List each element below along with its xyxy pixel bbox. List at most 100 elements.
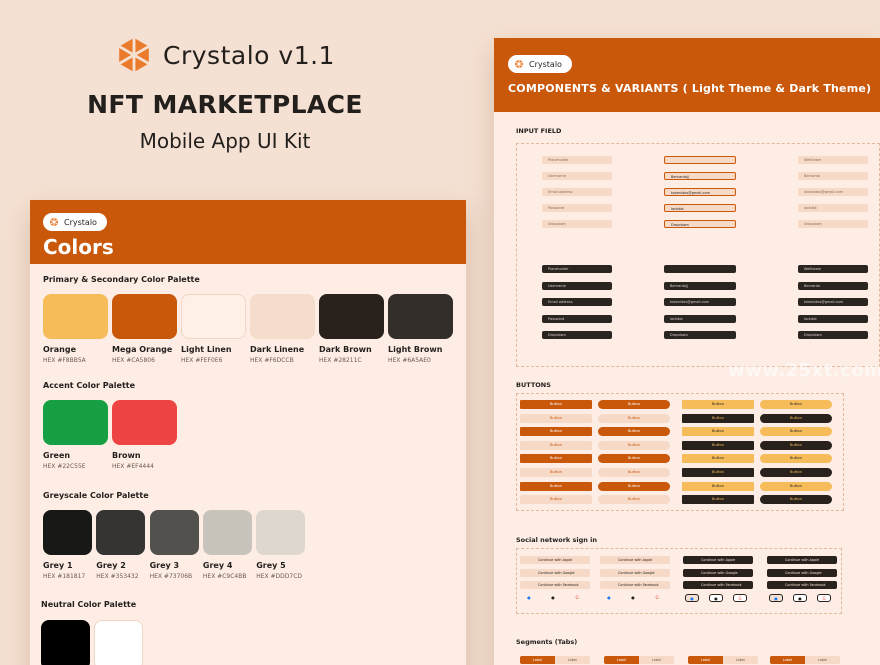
input-field-dark[interactable]: Dropdown: [798, 331, 868, 339]
input-field-dark[interactable]: Password: [542, 314, 612, 323]
google-icon[interactable]: G: [570, 594, 584, 602]
color-swatch[interactable]: [41, 620, 90, 665]
sample-button[interactable]: Button: [598, 468, 670, 477]
color-swatch[interactable]: [43, 294, 108, 339]
input-field-dark[interactable]: Dropdown: [664, 331, 736, 339]
sample-button[interactable]: Button: [682, 413, 754, 423]
input-field-light[interactable]: Wellbeam: [798, 156, 868, 164]
apple-icon[interactable]: ●: [793, 594, 807, 602]
social-signin-button[interactable]: Continue with Apple: [520, 556, 590, 564]
sample-button[interactable]: Button: [682, 468, 754, 477]
facebook-icon[interactable]: ●: [685, 594, 699, 602]
segment-tab[interactable]: Label: [723, 656, 758, 664]
color-swatch[interactable]: [112, 400, 177, 445]
sample-button[interactable]: Button: [760, 481, 832, 491]
input-field-light[interactable]: tobenidos@gmail.com: [664, 188, 736, 196]
sample-button[interactable]: Button: [760, 454, 832, 464]
segment-tab[interactable]: Label: [805, 656, 840, 664]
sample-button[interactable]: Button: [760, 468, 832, 477]
social-signin-button[interactable]: Continue with Google: [683, 568, 753, 577]
color-swatch[interactable]: [94, 620, 143, 665]
segment-tab[interactable]: Label: [555, 656, 590, 664]
brand-pill[interactable]: Crystalo: [508, 55, 572, 73]
sample-button[interactable]: Button: [682, 427, 754, 437]
sample-button[interactable]: Button: [760, 427, 832, 437]
brand-pill[interactable]: Crystalo: [43, 213, 107, 231]
sample-button[interactable]: Button: [682, 400, 754, 409]
color-swatch[interactable]: [43, 510, 92, 555]
segment-tab[interactable]: Label: [639, 656, 674, 664]
facebook-icon[interactable]: ●: [602, 594, 616, 602]
social-signin-button[interactable]: Continue with Facebook: [767, 581, 837, 589]
sample-button[interactable]: Button: [682, 454, 754, 464]
color-swatch[interactable]: [256, 510, 306, 555]
segment-tab-active[interactable]: Label: [770, 656, 805, 664]
input-field-dark[interactable]: tobenidos@gmail.com: [664, 298, 736, 306]
input-field-light[interactable]: Placeholder: [542, 156, 612, 164]
sample-button[interactable]: Button: [760, 413, 832, 423]
sample-button[interactable]: Button: [520, 454, 592, 464]
input-field-light[interactable]: Dropdown: [542, 220, 612, 228]
segment-tabs[interactable]: Label Label: [770, 656, 840, 664]
input-field-light[interactable]: Dropdown: [664, 220, 736, 228]
color-swatch[interactable]: [388, 294, 453, 339]
google-icon[interactable]: G: [650, 594, 664, 602]
segment-tab-active[interactable]: Label: [604, 656, 639, 664]
input-field-dark[interactable]: Bernardo: [798, 281, 868, 290]
social-signin-button[interactable]: Continue with Google: [600, 568, 670, 577]
color-swatch[interactable]: [96, 510, 146, 555]
segment-tabs[interactable]: Label Label: [604, 656, 674, 664]
input-field-dark[interactable]: Dropdown: [542, 331, 612, 339]
color-swatch[interactable]: [43, 400, 108, 445]
sample-button[interactable]: Button: [520, 400, 592, 409]
sample-button[interactable]: Button: [598, 454, 670, 464]
sample-button[interactable]: Button: [598, 440, 670, 450]
social-signin-button[interactable]: Continue with Apple: [683, 556, 753, 564]
sample-button[interactable]: Button: [598, 481, 670, 491]
sample-button[interactable]: Button: [598, 413, 670, 423]
social-signin-button[interactable]: Continue with Google: [767, 568, 837, 577]
color-swatch[interactable]: [319, 294, 384, 339]
input-field-light[interactable]: Dropdown: [798, 220, 868, 228]
input-field-light[interactable]: Password: [542, 204, 612, 212]
sample-button[interactable]: Button: [682, 481, 754, 491]
input-field-light[interactable]: [664, 156, 736, 164]
sample-button[interactable]: Button: [760, 400, 832, 409]
input-field-light[interactable]: Bernardo||: [664, 172, 736, 180]
input-field-light[interactable]: Username: [542, 172, 612, 180]
sample-button[interactable]: Button: [760, 495, 832, 505]
apple-icon[interactable]: ●: [709, 594, 723, 602]
social-signin-button[interactable]: Continue with Apple: [600, 556, 670, 564]
social-signin-button[interactable]: Continue with Google: [520, 568, 590, 577]
sample-button[interactable]: Button: [520, 481, 592, 491]
input-field-dark[interactable]: lockdot: [798, 314, 868, 323]
google-icon[interactable]: G: [733, 594, 747, 602]
segment-tab-active[interactable]: Label: [688, 656, 723, 664]
sample-button[interactable]: Button: [598, 400, 670, 409]
apple-icon[interactable]: ●: [546, 594, 560, 602]
input-field-light[interactable]: lockdot: [664, 204, 736, 212]
input-field-dark[interactable]: Bernardo||: [664, 281, 736, 290]
color-swatch[interactable]: [202, 510, 252, 555]
color-swatch[interactable]: [181, 294, 246, 339]
input-field-dark[interactable]: Email address: [542, 298, 612, 306]
social-signin-button[interactable]: Continue with Facebook: [520, 581, 590, 589]
input-field-dark[interactable]: lockdot: [664, 314, 736, 323]
sample-button[interactable]: Button: [598, 427, 670, 437]
sample-button[interactable]: Button: [682, 495, 754, 505]
input-field-light[interactable]: lockdot: [798, 204, 868, 212]
google-icon[interactable]: G: [817, 594, 831, 602]
input-field-dark[interactable]: [664, 265, 736, 273]
color-swatch[interactable]: [149, 510, 199, 555]
input-field-light[interactable]: Bernardo: [798, 172, 868, 180]
sample-button[interactable]: Button: [520, 413, 592, 423]
sample-button[interactable]: Button: [682, 440, 754, 450]
input-field-dark[interactable]: tobenidos@gmail.com: [798, 298, 868, 306]
facebook-icon[interactable]: ●: [769, 594, 783, 602]
sample-button[interactable]: Button: [520, 440, 592, 450]
sample-button[interactable]: Button: [760, 440, 832, 450]
social-signin-button[interactable]: Continue with Apple: [767, 556, 837, 564]
social-signin-button[interactable]: Continue with Facebook: [600, 581, 670, 589]
segment-tabs[interactable]: Label Label: [520, 656, 590, 664]
input-field-light[interactable]: tobenidos@gmail.com: [798, 188, 868, 196]
